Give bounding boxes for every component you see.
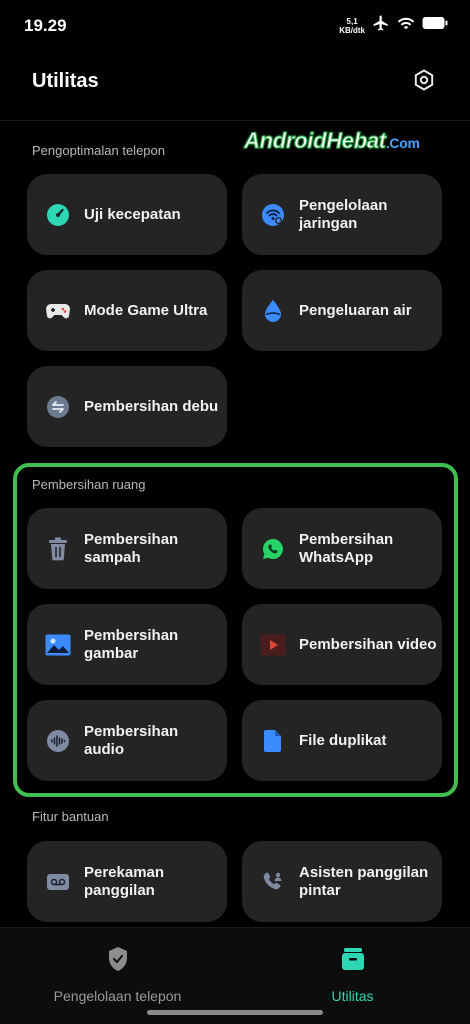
page-title: Utilitas	[32, 70, 99, 92]
gear-icon	[412, 68, 436, 97]
game-mode-card[interactable]: Mode Game Ultra	[27, 270, 227, 351]
duplicate-files-label: File duplikat	[299, 731, 387, 749]
duplicate-files-card[interactable]: File duplikat	[242, 700, 442, 781]
watermark-main: AndroidHebat	[244, 128, 387, 154]
home-indicator[interactable]	[147, 1010, 323, 1015]
image-icon	[45, 632, 71, 658]
call-record-icon	[45, 869, 71, 895]
app-header: Utilitas	[0, 56, 470, 116]
whatsapp-cleaner-card[interactable]: Pembersihan WhatsApp	[242, 508, 442, 589]
video-cleaner-card[interactable]: Pembersihan video	[242, 604, 442, 685]
nav-tab-phone-management[interactable]: Pengelolaan telepon	[0, 946, 235, 1004]
watermark-suffix: .Com	[385, 135, 420, 151]
junk-cleaner-card[interactable]: Pembersihan sampah	[27, 508, 227, 589]
water-drop-icon	[260, 298, 286, 324]
call-recording-label: Perekaman panggilan	[84, 863, 165, 899]
shield-check-icon	[107, 946, 129, 977]
audio-wave-icon	[45, 728, 71, 754]
watermark: AndroidHebat.Com	[244, 128, 420, 154]
dust-clean-icon	[45, 394, 71, 420]
speed-test-label: Uji kecepatan	[84, 205, 181, 223]
wifi-settings-icon	[260, 202, 286, 228]
video-play-icon	[260, 632, 286, 658]
trash-icon	[45, 536, 71, 562]
speedometer-icon	[45, 202, 71, 228]
section-label-storage-cleanup: Pembersihan ruang	[32, 477, 146, 492]
network-management-label: Pengelolaan jaringan	[299, 196, 388, 232]
speed-test-card[interactable]: Uji kecepatan	[27, 174, 227, 255]
network-speed-unit: KB/dtk	[339, 25, 365, 35]
nav-tab-utilities-label: Utilitas	[331, 988, 374, 1004]
call-recording-card[interactable]: Perekaman panggilan	[27, 841, 227, 922]
video-cleaner-label: Pembersihan video	[299, 635, 437, 653]
water-eject-card[interactable]: Pengeluaran air	[242, 270, 442, 351]
network-speed: 5,1 KB/dtk	[339, 17, 365, 35]
junk-cleaner-label: Pembersihan sampah	[84, 530, 179, 566]
nav-tab-utilities[interactable]: Utilitas	[235, 946, 470, 1004]
network-speed-value: 5,1	[346, 16, 358, 26]
file-icon	[260, 728, 286, 754]
whatsapp-cleaner-label: Pembersihan WhatsApp	[299, 530, 394, 566]
smart-call-assistant-label: Asisten panggilan pintar	[299, 863, 429, 899]
airplane-icon	[372, 14, 390, 37]
image-cleaner-card[interactable]: Pembersihan gambar	[27, 604, 227, 685]
dust-clean-label: Pembersihan debu	[84, 397, 219, 415]
audio-cleaner-label: Pembersihan audio	[84, 722, 179, 758]
image-cleaner-label: Pembersihan gambar	[84, 626, 179, 662]
whatsapp-icon	[260, 536, 286, 562]
status-icons: 5,1 KB/dtk	[339, 14, 448, 37]
network-management-card[interactable]: Pengelolaan jaringan	[242, 174, 442, 255]
status-time: 19.29	[24, 16, 67, 35]
battery-icon	[422, 16, 448, 35]
nav-tab-phone-management-label: Pengelolaan telepon	[53, 988, 182, 1004]
water-eject-label: Pengeluaran air	[299, 301, 412, 319]
toolbox-icon	[340, 946, 366, 977]
wifi-icon	[397, 15, 415, 36]
gamepad-icon	[45, 298, 71, 324]
section-label-assist-features: Fitur bantuan	[32, 809, 109, 824]
status-bar: 19.29 5,1 KB/dtk	[0, 0, 470, 52]
header-divider	[0, 120, 470, 121]
smart-call-assistant-card[interactable]: Asisten panggilan pintar	[242, 841, 442, 922]
dust-clean-card[interactable]: Pembersihan debu	[27, 366, 227, 447]
call-assistant-icon	[260, 869, 286, 895]
settings-button[interactable]	[410, 68, 438, 96]
audio-cleaner-card[interactable]: Pembersihan audio	[27, 700, 227, 781]
section-label-phone-optimization: Pengoptimalan telepon	[32, 143, 165, 158]
game-mode-label: Mode Game Ultra	[84, 301, 208, 319]
